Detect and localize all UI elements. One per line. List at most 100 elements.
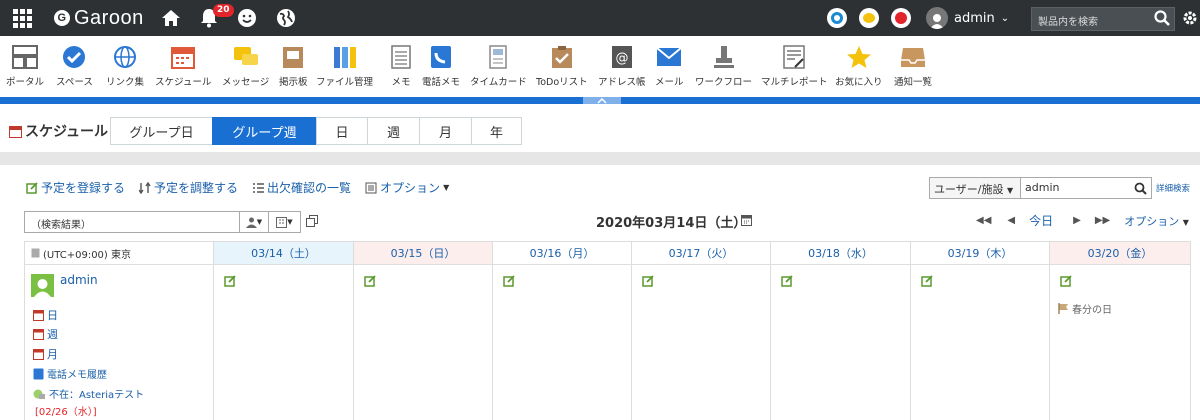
- day-calendar-icon: [33, 310, 44, 321]
- attendance-button[interactable]: 出欠確認の一覧: [252, 179, 351, 196]
- cybozu-icon[interactable]: [859, 0, 879, 36]
- app-label: メモ: [391, 77, 411, 88]
- register-button[interactable]: 予定を登録する: [26, 179, 125, 196]
- globe-icon[interactable]: [275, 0, 297, 36]
- gear-icon[interactable]: [1180, 0, 1200, 36]
- absence-link[interactable]: 不在：Asteriaテスト: [33, 386, 144, 401]
- app-timecard[interactable]: タイムカード: [470, 44, 527, 88]
- user-name-link[interactable]: admin: [60, 273, 98, 287]
- todo-icon: [549, 44, 575, 70]
- tab-year[interactable]: 年: [471, 117, 522, 145]
- app-label: メール: [655, 77, 684, 88]
- day-header-tue[interactable]: 03/17（火）: [632, 241, 771, 265]
- app-message[interactable]: メッセージ: [222, 44, 269, 88]
- facility-select-button[interactable]: ▼: [269, 211, 301, 233]
- app-menu-icon[interactable]: [12, 0, 32, 36]
- app-workflow[interactable]: ワークフロー: [695, 44, 752, 88]
- app-links[interactable]: リンク集: [106, 44, 144, 88]
- user-select-button[interactable]: ▼: [240, 211, 269, 233]
- app-report[interactable]: マルチレポート: [761, 44, 828, 88]
- day-cell-sun: [354, 265, 493, 420]
- search-type-select[interactable]: ユーザー/施設 ▼: [929, 177, 1021, 199]
- add-schedule-icon[interactable]: [1060, 275, 1072, 287]
- add-schedule-icon: [26, 181, 38, 194]
- calendar-picker-icon[interactable]: [741, 214, 752, 226]
- app-space[interactable]: スペース: [56, 44, 93, 88]
- add-schedule-icon[interactable]: [781, 275, 793, 287]
- user-month-link[interactable]: 月: [33, 346, 58, 362]
- date-navigation: ◀◀ ◀ 今日 ▶ ▶▶ オプション ▼: [976, 212, 1189, 229]
- view-options-button[interactable]: オプション ▼: [1124, 213, 1189, 229]
- mail-wise-icon[interactable]: [891, 0, 911, 36]
- prev-day-icon[interactable]: ◀: [1007, 215, 1015, 226]
- day-header-mon[interactable]: 03/16（月）: [493, 241, 632, 265]
- app-label: スケジュール: [155, 77, 212, 88]
- user-avatar-icon: [926, 7, 948, 29]
- copy-icon[interactable]: [306, 215, 318, 227]
- garoon-logo[interactable]: G Garoon: [54, 0, 144, 36]
- next-day-icon[interactable]: ▶: [1073, 215, 1081, 226]
- day-header-fri[interactable]: 03/20（金）: [1050, 241, 1191, 265]
- app-notification-list[interactable]: 通知一覧: [894, 44, 932, 88]
- app-label: タイムカード: [470, 77, 527, 88]
- app-portal[interactable]: ポータル: [6, 44, 44, 88]
- prev-week-icon[interactable]: ◀◀: [976, 215, 991, 226]
- app-label: ポータル: [6, 77, 45, 88]
- user-search-input[interactable]: admin: [1021, 177, 1152, 199]
- add-schedule-icon[interactable]: [224, 275, 236, 287]
- kintone-icon[interactable]: [827, 0, 847, 36]
- day-cell-thu: [911, 265, 1050, 420]
- schedule-header: スケジュール グループ日 グループ週 日 週 月 年: [0, 104, 1200, 152]
- app-todo[interactable]: ToDoリスト: [536, 44, 588, 88]
- options-button[interactable]: オプション ▼: [365, 179, 449, 196]
- user-name: admin: [954, 10, 995, 26]
- app-bar: ポータル スペース リンク集 スケジュール メッセージ 掲示板 ファイル管理 メ…: [0, 36, 1200, 97]
- next-week-icon[interactable]: ▶▶: [1095, 215, 1110, 226]
- phone-memo-icon: [33, 368, 44, 379]
- today-button[interactable]: 今日: [1029, 212, 1053, 229]
- tab-month[interactable]: 月: [419, 117, 472, 145]
- day-header-sat[interactable]: 03/14（土）: [214, 241, 354, 265]
- search-result-select[interactable]: （検索結果）: [24, 211, 240, 233]
- app-address[interactable]: @ アドレス帳: [598, 44, 646, 88]
- app-schedule[interactable]: スケジュール: [155, 44, 211, 88]
- home-icon[interactable]: [160, 0, 182, 36]
- app-label: メッセージ: [222, 77, 270, 88]
- add-schedule-icon[interactable]: [364, 275, 376, 287]
- user-menu[interactable]: admin ⌄: [926, 0, 1009, 36]
- workflow-icon: [711, 44, 737, 70]
- app-label: ToDoリスト: [536, 77, 588, 88]
- smiley-icon[interactable]: [236, 0, 258, 36]
- adjust-button[interactable]: 予定を調整する: [139, 179, 238, 196]
- day-header-thu[interactable]: 03/19（木）: [911, 241, 1050, 265]
- tab-day[interactable]: 日: [316, 117, 368, 145]
- app-phone-memo[interactable]: 電話メモ: [422, 44, 460, 88]
- app-label: リンク集: [106, 77, 145, 88]
- app-file[interactable]: ファイル管理: [316, 44, 373, 88]
- tab-group-day[interactable]: グループ日: [110, 117, 213, 145]
- day-cell-mon: [493, 265, 632, 420]
- add-schedule-icon[interactable]: [503, 275, 515, 287]
- add-schedule-icon[interactable]: [921, 275, 933, 287]
- tab-week[interactable]: 週: [367, 117, 420, 145]
- app-mail[interactable]: メール: [655, 44, 684, 88]
- search-icon[interactable]: [1152, 0, 1172, 36]
- caret-down-icon: ▼: [443, 183, 450, 192]
- result-controls: ▼ ▼: [240, 211, 301, 233]
- phone-memo-history-link[interactable]: 電話メモ履歴: [33, 366, 107, 381]
- app-favorites[interactable]: お気に入り: [835, 44, 883, 88]
- list-icon: [253, 182, 265, 193]
- day-header-wed[interactable]: 03/18（水）: [771, 241, 911, 265]
- user-avatar[interactable]: [31, 274, 54, 297]
- tab-group-week[interactable]: グループ週: [212, 117, 317, 145]
- app-bulletin[interactable]: 掲示板: [279, 44, 308, 88]
- advanced-search-link[interactable]: 詳細検索: [1156, 182, 1190, 194]
- user-day-link[interactable]: 日: [33, 307, 58, 323]
- day-header-sun[interactable]: 03/15（日）: [354, 241, 493, 265]
- space-icon: [61, 44, 87, 70]
- app-memo[interactable]: メモ: [388, 44, 414, 88]
- search-icon[interactable]: [1134, 182, 1147, 195]
- mail-icon: [656, 44, 682, 70]
- user-week-link[interactable]: 週: [33, 326, 58, 342]
- add-schedule-icon[interactable]: [642, 275, 654, 287]
